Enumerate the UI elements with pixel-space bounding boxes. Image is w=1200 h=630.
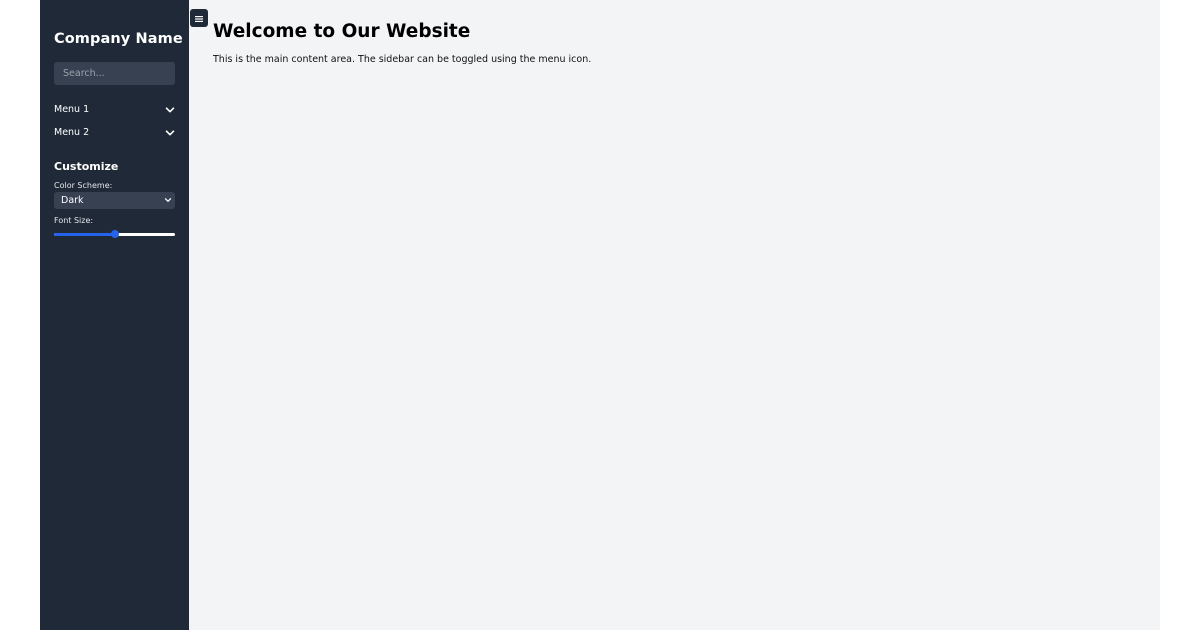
app-shell: Company Name Menu 1 Menu 2 Customize Col… (40, 0, 1160, 630)
menu-item-2[interactable]: Menu 2 (54, 121, 175, 144)
menu-item-label: Menu 1 (54, 104, 90, 115)
menu-item-label: Menu 2 (54, 127, 90, 138)
sidebar-menu: Menu 1 Menu 2 (54, 98, 175, 144)
main-content: Welcome to Our Website This is the main … (189, 0, 1160, 630)
color-scheme-value: Dark (61, 195, 84, 206)
font-size-slider[interactable] (54, 229, 175, 239)
page-description: This is the main content area. The sideb… (213, 54, 592, 65)
slider-thumb[interactable] (110, 230, 119, 238)
sidebar: Company Name Menu 1 Menu 2 Customize Col… (40, 0, 189, 630)
color-scheme-label: Color Scheme: (54, 181, 113, 190)
color-scheme-select[interactable]: Dark (54, 192, 175, 209)
menu-icon (194, 9, 204, 28)
search-input[interactable] (54, 62, 175, 85)
menu-item-1[interactable]: Menu 1 (54, 98, 175, 121)
company-name: Company Name (54, 31, 183, 47)
customize-heading: Customize (54, 160, 119, 173)
chevron-down-icon (165, 128, 175, 138)
chevron-down-icon (165, 105, 175, 115)
chevron-down-icon (164, 196, 172, 204)
page-title: Welcome to Our Website (213, 21, 471, 42)
slider-fill (54, 233, 115, 236)
font-size-label: Font Size: (54, 216, 94, 225)
sidebar-toggle-button[interactable] (190, 9, 208, 27)
